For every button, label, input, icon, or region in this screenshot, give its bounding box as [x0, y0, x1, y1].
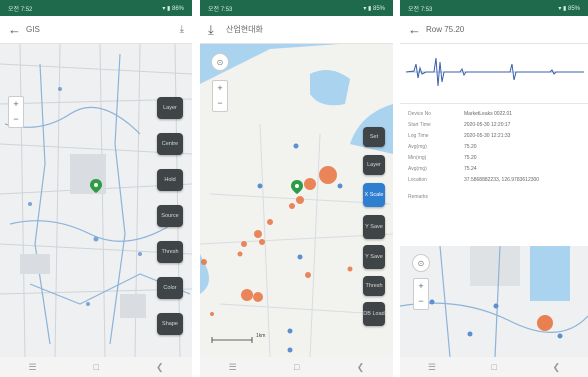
back-icon[interactable]: ❮: [553, 362, 561, 373]
layer-button[interactable]: Layer: [363, 155, 385, 175]
status-bar: 오전 7:52 ▾ ▮ 86%: [0, 0, 192, 16]
system-nav-bar: ☰ □ ❮: [0, 357, 192, 377]
back-arrow-icon[interactable]: ←: [8, 22, 26, 37]
mini-map-view[interactable]: ⊙ + −: [400, 246, 588, 357]
download-icon[interactable]: ⤓: [180, 24, 184, 35]
zoom-in-button[interactable]: +: [9, 97, 23, 112]
y-save-button-2[interactable]: Y Save: [363, 245, 385, 269]
info-value: 75.20: [464, 154, 477, 161]
back-arrow-icon[interactable]: ←: [408, 22, 426, 37]
back-icon[interactable]: ❮: [156, 362, 164, 373]
source-button[interactable]: Source: [157, 205, 183, 227]
zoom-in-button[interactable]: +: [414, 279, 428, 294]
app-bar: ⤓ 산업현대화: [200, 16, 393, 44]
home-icon[interactable]: □: [294, 362, 299, 372]
zoom-control: + −: [413, 278, 429, 310]
waveform-panel: [400, 44, 588, 104]
color-button[interactable]: Color: [157, 277, 183, 299]
status-bar: 오전 7:53 ▾ ▮ 85%: [200, 0, 393, 16]
system-nav-bar: ☰ □ ❮: [400, 357, 588, 377]
menu-icon[interactable]: ☰: [428, 362, 436, 373]
page-title: GIS: [26, 25, 40, 34]
info-value: 75.24: [464, 165, 477, 172]
info-row: Avg(mg) 75.20: [408, 141, 582, 152]
info-value: 37.5868882233, 126.9783612300: [464, 176, 540, 183]
status-indicators: ▾ ▮ 86%: [162, 5, 184, 12]
db-load-button[interactable]: DB Load: [363, 302, 385, 326]
hold-button[interactable]: Hold: [157, 169, 183, 191]
info-key: Min(mg): [408, 154, 427, 161]
map-canvas: [0, 44, 192, 357]
download-icon[interactable]: ⤓: [208, 22, 226, 38]
app-bar: ← GIS ⤓: [0, 16, 192, 44]
zoom-control: + −: [8, 96, 24, 128]
shape-button[interactable]: Shape: [157, 313, 183, 335]
status-time: 오전 7:53: [408, 6, 433, 13]
info-value: 2020-05-30 12:21:33: [464, 132, 511, 139]
thresh-button[interactable]: Thresh: [363, 276, 385, 296]
home-icon[interactable]: □: [94, 362, 99, 372]
zoom-in-button[interactable]: +: [213, 81, 227, 96]
waveform-chart: [405, 57, 584, 87]
info-value: 2020-05-30 12:20:17: [464, 121, 511, 128]
system-nav-bar: ☰ □ ❮: [200, 357, 393, 377]
y-save-button[interactable]: Y Save: [363, 215, 385, 239]
info-key: Location: [408, 176, 427, 183]
back-icon[interactable]: ❮: [357, 362, 365, 373]
phone-screen-gis: 오전 7:52 ▾ ▮ 86% ← GIS ⤓ + − Layer Centre…: [0, 0, 192, 377]
status-bar: 오전 7:53 ▾ ▮ 85%: [400, 0, 588, 16]
info-key: Avg(mg): [408, 143, 427, 150]
phone-screen-detail: 오전 7:53 ▾ ▮ 85% ← Row 75.20 Device No Ma…: [400, 0, 588, 377]
info-key: Start Time: [408, 121, 431, 128]
layer-button[interactable]: Layer: [157, 97, 183, 119]
info-key: Device No: [408, 110, 432, 117]
info-row: Location 37.5868882233, 126.9783612300: [408, 174, 582, 185]
status-indicators: ▾ ▮ 85%: [363, 5, 385, 12]
page-title: 산업현대화: [226, 25, 263, 34]
centre-button[interactable]: Centre: [157, 133, 183, 155]
map-view[interactable]: 1km ⊙ + − Set Layer X Scale Y Save Y Sav…: [200, 44, 393, 357]
status-time: 오전 7:52: [8, 6, 33, 13]
remarks-row: Remarks: [408, 191, 582, 202]
info-row: Device No MarketLeaks 0022.01: [408, 108, 582, 119]
map-view[interactable]: + − Layer Centre Hold Source Thresh Colo…: [0, 44, 192, 357]
menu-icon[interactable]: ☰: [229, 362, 237, 373]
set-button[interactable]: Set: [363, 127, 385, 147]
info-key: Log Time: [408, 132, 429, 139]
detail-info: Device No MarketLeaks 0022.01 Start Time…: [408, 108, 582, 202]
info-value: MarketLeaks 0022.01: [464, 110, 513, 117]
status-time: 오전 7:53: [208, 6, 233, 13]
map-scale-label: 1km: [256, 333, 266, 339]
info-row: Start Time 2020-05-30 12:20:17: [408, 119, 582, 130]
x-scale-button[interactable]: X Scale: [363, 183, 385, 207]
remarks-label: Remarks: [408, 193, 429, 200]
thresh-button[interactable]: Thresh: [157, 241, 183, 263]
phone-screen-map-heat: 오전 7:53 ▾ ▮ 85% ⤓ 산업현대화 1km ⊙ + − Set La…: [200, 0, 393, 377]
zoom-out-button[interactable]: −: [9, 112, 23, 127]
info-row: Avg(mg) 75.24: [408, 163, 582, 174]
location-pin-icon[interactable]: [290, 180, 304, 194]
page-title: Row 75.20: [426, 25, 465, 34]
compass-icon[interactable]: ⊙: [412, 254, 430, 272]
info-value: 75.20: [464, 143, 477, 150]
location-pin-icon[interactable]: [89, 179, 103, 193]
status-indicators: ▾ ▮ 85%: [558, 5, 580, 12]
info-row: Min(mg) 75.20: [408, 152, 582, 163]
zoom-out-button[interactable]: −: [414, 294, 428, 309]
compass-icon[interactable]: ⊙: [211, 53, 229, 71]
app-bar: ← Row 75.20: [400, 16, 588, 44]
info-key: Avg(mg): [408, 165, 427, 172]
home-icon[interactable]: □: [492, 362, 497, 372]
info-row: Log Time 2020-05-30 12:21:33: [408, 130, 582, 141]
menu-icon[interactable]: ☰: [28, 362, 36, 373]
zoom-control: + −: [212, 80, 228, 112]
zoom-out-button[interactable]: −: [213, 96, 227, 111]
